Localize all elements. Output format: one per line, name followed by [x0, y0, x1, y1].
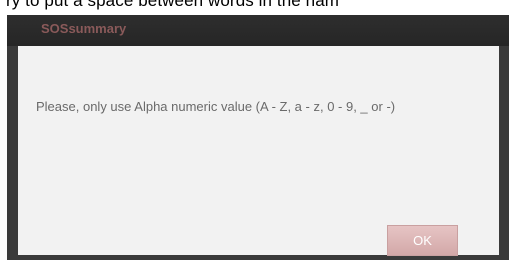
dialog-message: Please, only use Alpha numeric value (A …	[36, 99, 396, 114]
alert-dialog: SOSsummary Please, only use Alpha numeri…	[7, 15, 509, 260]
ok-button[interactable]: OK	[387, 225, 458, 256]
dialog-content: Please, only use Alpha numeric value (A …	[18, 46, 499, 256]
screenshot: ry to put a space between words in the n…	[0, 0, 514, 262]
background-partial-text: ry to put a space between words in the n…	[6, 0, 340, 10]
dialog-title: SOSsummary	[41, 21, 127, 36]
dialog-titlebar: SOSsummary	[7, 15, 509, 46]
